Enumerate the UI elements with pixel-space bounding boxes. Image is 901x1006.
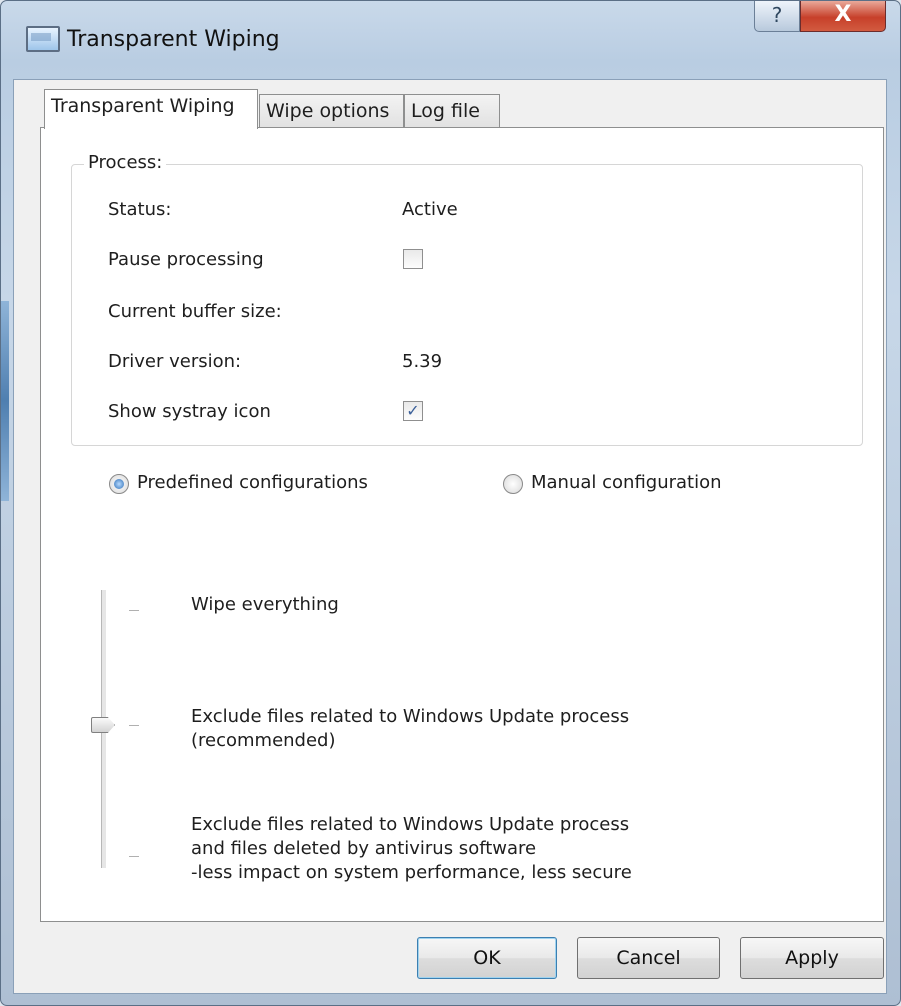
caption-buttons: ? X bbox=[754, 1, 886, 32]
dialog-window: Transparent Wiping ? X Transparent Wipin… bbox=[0, 0, 901, 1006]
buffer-size-label: Current buffer size: bbox=[108, 301, 282, 322]
slider-tick-antivirus bbox=[129, 856, 139, 857]
ok-button[interactable]: OK bbox=[417, 937, 557, 979]
wipe-level-slider-thumb[interactable] bbox=[91, 717, 115, 733]
checkmark-icon: ✓ bbox=[406, 401, 420, 420]
close-button[interactable]: X bbox=[800, 1, 886, 32]
slider-tick-recommended bbox=[129, 725, 139, 726]
window-title: Transparent Wiping bbox=[67, 27, 280, 52]
tab-log-file[interactable]: Log file bbox=[404, 94, 500, 128]
pause-processing-checkbox[interactable] bbox=[403, 249, 423, 269]
status-value: Active bbox=[402, 199, 458, 220]
driver-version-label: Driver version: bbox=[108, 351, 242, 372]
level-antivirus: Exclude files related to Windows Update … bbox=[191, 814, 632, 883]
status-label: Status: bbox=[108, 199, 172, 220]
process-group-label: Process: bbox=[84, 152, 167, 173]
app-window-icon bbox=[26, 26, 60, 52]
apply-button[interactable]: Apply bbox=[740, 937, 884, 979]
level-recommended: Exclude files related to Windows Update … bbox=[191, 706, 630, 751]
driver-version-value: 5.39 bbox=[402, 351, 443, 372]
help-button[interactable]: ? bbox=[754, 1, 800, 32]
dialog-client-area: Transparent Wiping Wipe options Log file… bbox=[13, 79, 887, 994]
title-bar[interactable]: Transparent Wiping ? X bbox=[1, 1, 900, 71]
cancel-button[interactable]: Cancel bbox=[577, 937, 720, 979]
process-group: Process: Status: Active Pause processing… bbox=[71, 152, 863, 446]
manual-config-radio[interactable] bbox=[503, 474, 523, 494]
pause-processing-label: Pause processing bbox=[108, 249, 264, 270]
predefined-config-label[interactable]: Predefined configurations bbox=[137, 472, 368, 493]
tab-panel: Process: Status: Active Pause processing… bbox=[40, 127, 884, 922]
manual-config-label[interactable]: Manual configuration bbox=[531, 472, 722, 493]
show-systray-label: Show systray icon bbox=[108, 401, 271, 422]
slider-tick-wipe-everything bbox=[129, 610, 139, 611]
tab-wipe-options[interactable]: Wipe options bbox=[259, 94, 404, 128]
predefined-config-radio[interactable] bbox=[109, 474, 129, 494]
level-wipe-everything: Wipe everything bbox=[191, 594, 339, 615]
show-systray-checkbox[interactable]: ✓ bbox=[403, 401, 423, 421]
tab-transparent-wiping[interactable]: Transparent Wiping bbox=[44, 89, 258, 129]
